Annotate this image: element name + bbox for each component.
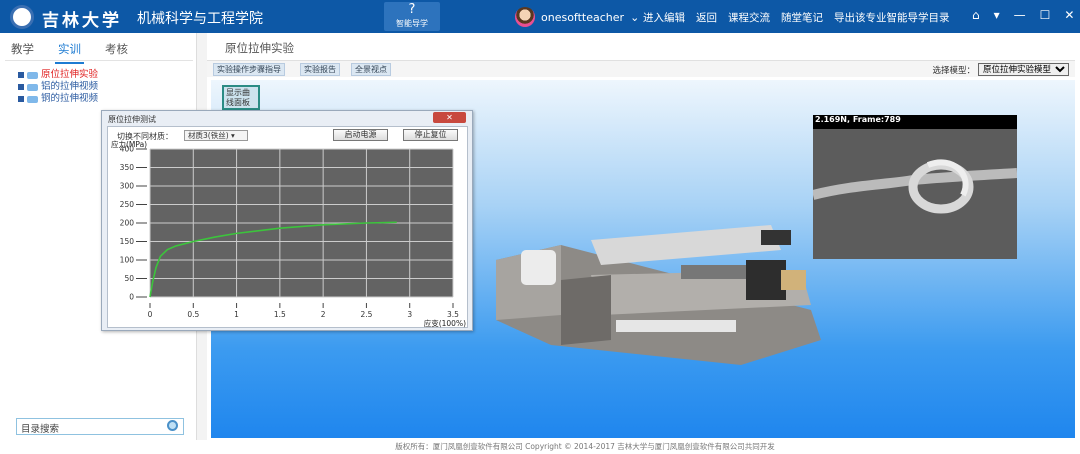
app-header: 吉林大学 机械科学与工程学院 ? 智能导学 onesoftteacher ⌄ 进入编… xyxy=(0,0,1080,33)
catalog-tree: 原位拉伸实验 铝的拉伸视频 铜的拉伸视频 xyxy=(18,69,98,105)
y-tick-label: 100 xyxy=(120,256,135,265)
report-button[interactable]: 实验报告 xyxy=(300,63,340,76)
tree-item-label: 原位拉伸实验 xyxy=(41,69,99,80)
folder-icon xyxy=(27,83,38,91)
tree-item-label: 铝的拉伸视频 xyxy=(41,81,99,92)
dropdown-icon[interactable]: ▾ xyxy=(994,8,1000,22)
tensile-test-dialog: 原位拉伸测试 ✕ 切换不同材质： 材质3(铁丝) ▾ 启动电源 停止复位 0 0.… xyxy=(101,110,473,331)
nav-edit[interactable]: 进入编辑 xyxy=(643,10,685,25)
panorama-button[interactable]: 全景视点 xyxy=(351,63,391,76)
username: onesoftteacher xyxy=(541,10,625,24)
microscope-image: 2.169N, Frame:789 xyxy=(813,115,1017,259)
search-icon[interactable] xyxy=(167,420,178,431)
school-name: 吉林大学 xyxy=(42,11,122,31)
expand-icon[interactable] xyxy=(18,72,24,78)
tree-item[interactable]: 铝的拉伸视频 xyxy=(18,81,98,93)
search-placeholder: 目录搜索 xyxy=(21,424,60,435)
x-tick-label: 1.5 xyxy=(274,310,286,319)
model-select[interactable]: 原位拉伸实验模型 xyxy=(978,63,1069,76)
x-tick-label: 3 xyxy=(407,310,412,319)
maximize-icon[interactable]: ☐ xyxy=(1040,8,1051,22)
y-axis-label: 应力(MPa) xyxy=(111,139,147,149)
catalog-search-input[interactable]: 目录搜索 xyxy=(16,418,184,435)
nav-course-chat[interactable]: 课程交流 xyxy=(728,10,770,25)
y-tick-label: 0 xyxy=(129,293,134,302)
college-name: 机械科学与工程学院 xyxy=(137,11,263,27)
x-tick-label: 2.5 xyxy=(360,310,372,319)
show-curve-panel-button[interactable]: 显示曲线面板 xyxy=(222,85,260,110)
x-tick-label: 3.5 xyxy=(447,310,459,319)
wire-knot-image xyxy=(813,129,1017,259)
model-label: 选择模型： xyxy=(932,65,975,76)
steps-guide-button[interactable]: 实验操作步骤指导 xyxy=(213,63,285,76)
home-icon[interactable]: ⌂ xyxy=(972,8,980,22)
y-tick-label: 350 xyxy=(120,163,135,172)
folder-icon xyxy=(27,71,38,79)
nav-notes[interactable]: 随堂笔记 xyxy=(781,10,823,25)
divider xyxy=(5,60,193,61)
stress-strain-chart: 0 0.5 1 1.5 2 2.5 3 3.5050100150200250300350400… xyxy=(111,139,466,328)
toolbar: 实验操作步骤指导 实验报告 全景视点 选择模型： 原位拉伸实验模型 xyxy=(207,60,1075,77)
nav-export[interactable]: 导出该专业智能导学目录 xyxy=(834,10,950,25)
footer: 版权所有：厦门凤凰创壹软件有限公司 Copyright © 2014-2017 … xyxy=(395,442,775,451)
nav-back[interactable]: 返回 xyxy=(696,10,717,25)
smart-guide-button[interactable]: ? 智能导学 xyxy=(384,2,440,31)
folder-icon xyxy=(27,95,38,103)
y-tick-label: 250 xyxy=(120,200,135,209)
close-icon[interactable]: ✕ xyxy=(433,112,466,123)
y-tick-label: 300 xyxy=(120,182,135,191)
x-tick-label: 0.5 xyxy=(187,310,199,319)
tree-item[interactable]: 原位拉伸实验 xyxy=(18,69,98,81)
dialog-title: 原位拉伸测试 xyxy=(108,115,156,124)
avatar xyxy=(515,7,535,27)
tensile-machine-model[interactable] xyxy=(481,205,821,365)
tree-item[interactable]: 铜的拉伸视频 xyxy=(18,93,98,105)
x-axis-label: 应变(100%) xyxy=(424,318,466,328)
chevron-down-icon: ⌄ xyxy=(630,10,640,24)
x-tick-label: 0 xyxy=(148,310,153,319)
question-icon: ? xyxy=(408,2,416,17)
x-tick-label: 1 xyxy=(234,310,239,319)
minimize-icon[interactable]: — xyxy=(1014,8,1026,22)
tree-item-label: 铜的拉伸视频 xyxy=(41,93,99,104)
close-icon[interactable]: ✕ xyxy=(1064,8,1074,22)
y-tick-label: 50 xyxy=(124,274,134,283)
expand-icon[interactable] xyxy=(18,96,24,102)
university-logo xyxy=(10,5,34,29)
y-tick-label: 150 xyxy=(120,237,135,246)
expand-icon[interactable] xyxy=(18,84,24,90)
y-tick-label: 200 xyxy=(120,219,135,228)
x-tick-label: 2 xyxy=(321,310,326,319)
smart-guide-label: 智能导学 xyxy=(396,19,428,28)
user-menu[interactable]: onesoftteacher ⌄ xyxy=(515,7,639,27)
